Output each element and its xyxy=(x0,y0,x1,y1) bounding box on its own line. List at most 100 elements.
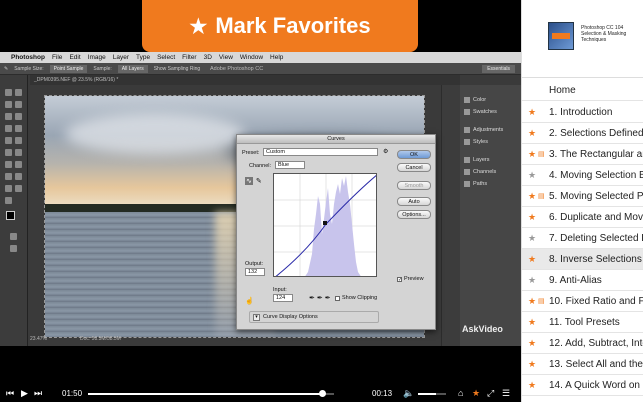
progress-knob[interactable] xyxy=(318,390,326,397)
show-clipping-label: Show Clipping xyxy=(342,295,378,301)
auto-button: Auto xyxy=(397,197,431,206)
lasso-tool-icon xyxy=(5,101,12,108)
ps-menu-item: View xyxy=(218,54,233,61)
lesson-item[interactable]: ★ ▤ 5. Moving Selected Pix xyxy=(522,186,643,207)
channels-panel-icon xyxy=(464,169,470,175)
lesson-item[interactable]: ★ 14. A Quick Word on F xyxy=(522,375,643,396)
sample-size-field: Point Sample xyxy=(49,64,88,73)
rewind-icon[interactable]: ⏮ xyxy=(6,388,14,399)
panel-label: Channels xyxy=(473,169,497,175)
checkbox-checked-icon: ✓ xyxy=(397,276,403,283)
paths-panel-icon xyxy=(464,181,470,187)
course-subtitle: Selection & Masking Techniques xyxy=(581,31,627,43)
favorite-star-icon[interactable]: ★ xyxy=(528,254,536,265)
favorite-star-icon[interactable]: ★ xyxy=(528,359,536,370)
ps-right-panel: Color Swatches Adjustments Styles Layers… xyxy=(441,85,521,346)
gradient-tool-icon xyxy=(15,149,22,156)
top-bar: ★ Mark Favorites xyxy=(0,0,521,52)
favorite-star-icon[interactable]: ★ xyxy=(528,107,536,118)
favorite-star-icon[interactable]: ★ xyxy=(528,212,536,223)
favorite-star-icon[interactable]: ★ xyxy=(472,388,480,399)
favorite-star-icon[interactable]: ★ xyxy=(528,317,536,328)
input-field: 124 xyxy=(273,294,293,302)
fullscreen-icon[interactable]: ⤢ xyxy=(487,388,494,399)
lesson-item[interactable]: ★ 12. Add, Subtract, Inte xyxy=(522,333,643,354)
lesson-label: 12. Add, Subtract, Inte xyxy=(549,337,643,349)
output-label: Output: xyxy=(245,261,264,267)
progress-fill xyxy=(88,393,322,395)
panel-adjustments: Adjustments xyxy=(464,127,503,133)
favorite-star-icon[interactable]: ★ xyxy=(528,191,536,202)
gray-eyedropper-icon: ✒ xyxy=(316,295,325,302)
lesson-item[interactable]: ★ 4. Moving Selection Bo xyxy=(522,165,643,186)
lesson-label: 9. Anti-Alias xyxy=(549,274,602,286)
ps-status-doc: Doc: 58.5M/58.5M xyxy=(80,336,121,342)
channel-select: Blue xyxy=(275,161,305,169)
lesson-label: 7. Deleting Selected Pi xyxy=(549,232,643,244)
favorite-star-icon[interactable]: ★ xyxy=(528,380,536,391)
input-label: Input: xyxy=(273,287,287,293)
path-select-icon xyxy=(15,173,22,180)
cloud xyxy=(65,114,245,154)
marquee-tool-icon xyxy=(5,89,12,96)
lesson-label: 10. Fixed Ratio and Fix xyxy=(549,295,643,307)
workspace-selector: Essentials xyxy=(482,65,515,73)
shape-tool-icon xyxy=(5,185,12,192)
favorite-star-icon[interactable]: ★ xyxy=(528,233,536,244)
styles-panel-icon xyxy=(464,139,470,145)
home-icon[interactable]: ⌂ xyxy=(458,388,463,398)
cancel-button: Cancel xyxy=(397,163,431,172)
type-tool-icon xyxy=(5,173,12,180)
lesson-item[interactable]: ★ ▤ 3. The Rectangular and xyxy=(522,144,643,165)
progress-slider[interactable] xyxy=(88,390,334,397)
favorite-star-icon[interactable]: ★ xyxy=(528,170,536,181)
lesson-item[interactable]: ★ 2. Selections Defined xyxy=(522,123,643,144)
sidebar-home[interactable]: Home xyxy=(522,80,643,101)
play-icon[interactable]: ▶ xyxy=(21,388,28,399)
lesson-sidebar: Photoshop CC 104 Selection & Masking Tec… xyxy=(521,0,643,402)
pen-tool-icon xyxy=(15,161,22,168)
favorite-star-icon[interactable]: ★ xyxy=(528,296,536,307)
output-field: 132 xyxy=(245,268,265,276)
lesson-item[interactable]: ★ 8. Inverse Selections xyxy=(522,249,643,270)
curve-display-options-toggle: ▾ Curve Display Options xyxy=(249,311,379,323)
color-panel-icon xyxy=(464,97,470,103)
volume-icon[interactable]: 🔈 xyxy=(403,388,414,399)
lesson-item[interactable]: ★ 7. Deleting Selected Pi xyxy=(522,228,643,249)
panel-swatches: Swatches xyxy=(464,109,497,115)
layers-panel-icon xyxy=(464,157,470,163)
histogram xyxy=(305,176,361,276)
favorite-star-icon[interactable]: ★ xyxy=(528,149,536,160)
history-brush-icon xyxy=(15,137,22,144)
panel-label: Swatches xyxy=(473,109,497,115)
curves-dialog: Curves Preset: Custom ⚙ Channel: Blue ∿ … xyxy=(236,134,436,330)
heal-tool-icon xyxy=(5,125,12,132)
lesson-item[interactable]: ★ 11. Tool Presets xyxy=(522,312,643,333)
ps-status-zoom: 23.47% xyxy=(30,336,47,342)
favorite-star-icon[interactable]: ★ xyxy=(528,128,536,139)
ps-menu-item: Photoshop xyxy=(11,54,45,61)
lesson-item[interactable]: ★ 13. Select All and the S xyxy=(522,354,643,375)
volume-slider[interactable] xyxy=(418,393,446,395)
mark-favorites-banner[interactable]: ★ Mark Favorites xyxy=(142,0,418,52)
lesson-item[interactable]: ★ ▤ 10. Fixed Ratio and Fix xyxy=(522,291,643,312)
lesson-item[interactable]: ★ 6. Duplicate and Move xyxy=(522,207,643,228)
fast-forward-icon[interactable]: ⏭ xyxy=(34,388,42,399)
ps-menu-item: Type xyxy=(135,54,151,61)
favorite-star-icon[interactable]: ★ xyxy=(528,275,536,286)
ps-toolbar xyxy=(0,75,28,346)
video-area[interactable]: Photoshop File Edit Image Layer Type Sel… xyxy=(0,52,521,346)
ps-menu-item: Help xyxy=(270,54,284,61)
lesson-item[interactable]: ★ 9. Anti-Alias xyxy=(522,270,643,291)
foreground-color-swatch xyxy=(6,211,15,220)
lesson-label: 6. Duplicate and Move xyxy=(549,211,643,223)
options-button: Options... xyxy=(397,210,431,219)
lesson-label: 2. Selections Defined xyxy=(549,127,643,139)
list-icon[interactable]: ☰ xyxy=(502,388,510,399)
panel-strip xyxy=(442,85,460,346)
lesson-label: 4. Moving Selection Bo xyxy=(549,169,643,181)
lesson-item[interactable]: ★ 1. Introduction xyxy=(522,102,643,123)
favorite-star-icon[interactable]: ★ xyxy=(528,338,536,349)
black-eyedropper-icon: ✒ xyxy=(309,295,317,302)
sample-size-label: Sample Size: xyxy=(14,65,44,72)
